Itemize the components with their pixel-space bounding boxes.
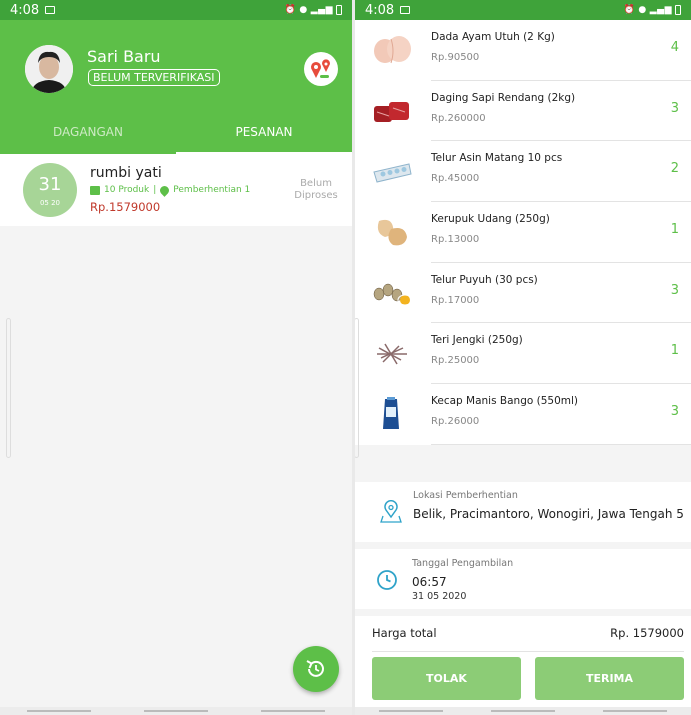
pickup-date: 31 05 2020 [412,591,467,602]
history-icon [306,660,324,677]
location-value: Belik, Pracimantoro, Wonogiri, Jawa Teng… [413,507,683,521]
soy-sauce-image [371,395,413,433]
product-name: Telur Puyuh (30 pcs) [431,273,538,286]
order-month-year: 05 20 [39,199,61,207]
status-icons: ⏰ ● ▂▄▆ [285,5,342,15]
product-price: Rp.260000 [431,112,486,124]
status-bar: 4:08 ⏰ ● ▂▄▆ [0,0,352,20]
tab-pesanan[interactable]: PESANAN [176,110,352,154]
alarm-icon: ⏰ [623,5,636,15]
product-price: Rp.45000 [431,173,480,185]
stop-label: Pemberhentian 1 [173,185,251,195]
product-quantity: 4 [670,40,679,55]
pickup-time: 06:57 [412,575,447,589]
meta-divider: | [153,185,157,195]
anchovies-image [371,334,413,372]
product-quantity: 3 [670,282,679,298]
tab-dagangan[interactable]: DAGANGAN [0,110,176,154]
reject-button[interactable]: TOLAK [372,657,521,700]
signal-icon: ▂▄▆ [310,5,333,15]
status-icons: ⏰ ● ▂▄▆ [624,5,681,15]
product-price: Rp.17000 [431,294,480,306]
row-divider [431,443,691,445]
gallery-icon [400,6,411,14]
clock-icon [377,570,397,590]
beef-image [371,92,413,130]
product-row[interactable]: Kecap Manis Bango (550ml) Rp.26000 3 [355,384,691,445]
product-quantity: 1 [670,222,679,238]
status-time: 4:08 [10,2,40,18]
gallery-icon [45,6,56,14]
order-total: Rp.1579000 [90,200,161,214]
battery-icon [336,5,342,15]
quail-eggs-image [371,274,413,312]
product-price: Rp.25000 [431,355,480,367]
battery-icon [675,5,681,15]
order-detail-screen: 4:08 ⏰ ● ▂▄▆ Dada Ayam Utuh (2 Kg) Rp.905… [355,0,691,715]
order-status: Belum Diproses [294,178,338,201]
total-label: Harga total [372,626,437,640]
scroll-edge-indicator [355,318,359,458]
product-count: 10 Produk [104,185,150,195]
location-card: Lokasi Pemberhentian Belik, Pracimantoro… [355,482,691,542]
seller-orders-screen: 4:08 ⏰ ● ▂▄▆ Sari Baru BELUM TERVERIFIKA… [0,0,352,715]
tab-bar: DAGANGAN PESANAN [0,110,352,154]
product-name: Kecap Manis Bango (550ml) [431,395,579,408]
status-bar: 4:08 ⏰ ● ▂▄▆ [355,0,691,20]
product-name: Teri Jengki (250g) [431,334,523,347]
product-quantity: 3 [670,100,679,116]
product-quantity: 2 [670,161,679,177]
order-date-badge: 31 05 20 [23,163,77,217]
status-time: 4:08 [365,2,395,18]
product-quantity: 1 [670,343,679,359]
product-row[interactable]: Kerupuk Udang (250g) Rp.13000 1 [355,202,691,263]
product-list: Dada Ayam Utuh (2 Kg) Rp.90500 4 Daging Sap… [355,20,691,445]
avatar[interactable] [25,45,73,93]
pickup-card: Tanggal Pengambilan 06:57 31 05 2020 [355,549,691,609]
signal-icon: ▂▄▆ [649,5,672,15]
product-row[interactable]: Dada Ayam Utuh (2 Kg) Rp.90500 4 [355,20,691,81]
product-quantity: 3 [670,404,679,420]
chicken-breast-image [371,31,413,69]
system-nav-bar [0,707,352,715]
alarm-icon: ⏰ [284,5,297,15]
salted-eggs-image [371,152,413,190]
product-name: Telur Asin Matang 10 pcs [431,152,563,165]
shrimp-crackers-image [371,213,413,251]
stop-pin-icon [158,183,172,197]
divider [372,651,684,652]
product-price: Rp.26000 [431,416,480,428]
location-icon: ● [299,5,308,15]
history-button[interactable] [293,646,339,692]
product-row[interactable]: Telur Asin Matang 10 pcs Rp.45000 2 [355,141,691,203]
profile-name: Sari Baru [87,47,161,66]
order-day: 31 [38,174,62,195]
order-meta: 10 Produk | Pemberhentian 1 [90,183,251,197]
product-name: Kerupuk Udang (250g) [431,213,550,226]
pickup-label: Tanggal Pengambilan [412,558,514,569]
verification-badge: BELUM TERVERIFIKASI [88,69,220,86]
product-price: Rp.90500 [431,52,480,63]
profile-header: Sari Baru BELUM TERVERIFIKASI DAGANGAN P… [0,20,352,154]
shopping-bag-icon [90,185,100,195]
location-icon: ● [638,5,647,15]
accept-button[interactable]: TERIMA [535,657,684,700]
customer-name: rumbi yati [90,165,162,181]
scroll-edge-indicator [6,318,11,458]
product-name: Dada Ayam Utuh (2 Kg) [431,31,555,43]
product-row[interactable]: Daging Sapi Rendang (2kg) Rp.260000 3 [355,81,691,142]
product-row[interactable]: Teri Jengki (250g) Rp.25000 1 [355,323,691,385]
location-label: Lokasi Pemberhentian [413,490,518,501]
map-pins-icon [311,59,330,78]
product-row[interactable]: Telur Puyuh (30 pcs) Rp.17000 3 [355,263,691,324]
product-name: Daging Sapi Rendang (2kg) [431,91,576,104]
map-route-button[interactable] [304,52,338,86]
order-list-item[interactable]: 31 05 20 rumbi yati 10 Produk | Pemberhe… [0,154,352,226]
total-value: Rp. 1579000 [610,626,684,640]
system-nav-bar [355,707,691,715]
product-price: Rp.13000 [431,234,480,246]
location-pin-icon [380,500,402,523]
